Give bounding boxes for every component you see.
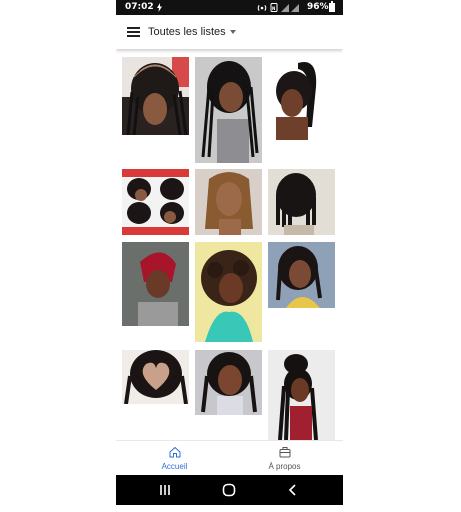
menu-icon[interactable] — [127, 27, 140, 37]
hairstyle-photo-2[interactable] — [195, 57, 262, 163]
hairstyle-photo-6[interactable] — [268, 169, 335, 235]
app-bar: Toutes les listes — [116, 15, 343, 49]
hairstyle-photo-4[interactable] — [122, 169, 189, 235]
status-bar: 07:02 N 96% — [116, 0, 343, 15]
home-icon — [169, 447, 180, 458]
hairstyle-photo-9[interactable] — [268, 242, 335, 308]
list-selector-dropdown[interactable]: Toutes les listes — [148, 24, 236, 40]
battery-icon — [329, 1, 335, 12]
recents-icon[interactable] — [157, 482, 173, 498]
phone-screen: 07:02 N 96% Toutes les listes Accueil À … — [116, 0, 343, 512]
hairstyle-gallery — [116, 49, 343, 440]
hairstyle-photo-7[interactable] — [122, 242, 189, 326]
bottom-margin — [116, 505, 343, 512]
bottom-navigation: Accueil À propos — [116, 440, 343, 476]
briefcase-icon — [279, 447, 290, 458]
hotspot-icon — [257, 5, 267, 11]
back-icon[interactable] — [285, 482, 301, 498]
signal-icon — [281, 4, 299, 12]
nav-home-label: Accueil — [161, 462, 188, 471]
hairstyle-photo-10[interactable] — [122, 350, 189, 404]
system-navigation-bar — [116, 475, 343, 505]
status-icons: N — [257, 3, 299, 12]
svg-text:N: N — [272, 6, 275, 11]
status-time: 07:02 — [125, 2, 154, 12]
home-circle-icon[interactable] — [221, 482, 237, 498]
hairstyle-photo-12[interactable] — [268, 350, 335, 440]
nav-home[interactable]: Accueil — [118, 441, 231, 476]
hairstyle-photo-11[interactable] — [195, 350, 262, 415]
list-title: Toutes les listes — [148, 26, 226, 38]
caret-down-icon — [229, 30, 236, 34]
hairstyle-photo-5[interactable] — [195, 169, 262, 235]
hairstyle-photo-8[interactable] — [195, 242, 262, 342]
battery-percent: 96% — [307, 2, 329, 12]
hairstyle-photo-3[interactable] — [268, 57, 333, 140]
nav-about[interactable]: À propos — [228, 441, 341, 476]
nfc-icon: N — [270, 3, 278, 12]
nav-about-label: À propos — [268, 462, 301, 471]
battery-level — [330, 4, 334, 11]
flash-icon — [157, 3, 162, 12]
hairstyle-photo-1[interactable] — [122, 57, 189, 135]
